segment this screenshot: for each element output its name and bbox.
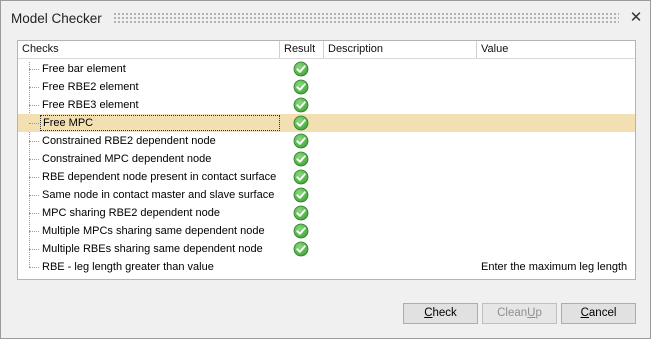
cancel-button[interactable]: Cancel [561,303,636,324]
model-checker-dialog: Model Checker ✕ Checks Result Descriptio… [0,0,651,339]
tree-branch-line [29,105,39,106]
cleanup-button-post: p [535,307,542,319]
column-header-description[interactable]: Description [324,41,477,58]
green-check-circle-icon [293,79,309,95]
column-header-checks[interactable]: Checks [18,41,280,58]
green-check-circle-icon [293,151,309,167]
tree-branch-line [29,141,39,142]
check-row[interactable]: Free RBE3 element [18,96,635,114]
check-row[interactable]: Constrained MPC dependent node [18,150,635,168]
check-button-mnemonic: C [424,307,433,319]
check-row[interactable]: Free MPC [18,114,635,132]
column-header-value[interactable]: Value [477,41,635,58]
green-check-circle-icon [293,115,309,131]
tree-branch-line [29,159,39,160]
check-row[interactable]: Same node in contact master and slave su… [18,186,635,204]
cleanup-button-pre: Clean [497,307,528,319]
check-value[interactable]: Enter the maximum leg length [481,260,627,274]
check-row[interactable]: RBE dependent node present in contact su… [18,168,635,186]
cancel-button-mnemonic: C [580,307,589,319]
check-row[interactable]: Multiple MPCs sharing same dependent nod… [18,222,635,240]
check-button-post: heck [432,307,457,319]
tree-branch-line [29,213,39,214]
tree-branch-line [29,69,39,70]
green-check-circle-icon [293,241,309,257]
check-label: Constrained RBE2 dependent node [42,135,216,147]
cancel-button-post: ancel [588,307,617,319]
green-check-circle-icon [293,169,309,185]
check-label: Multiple RBEs sharing same dependent nod… [42,243,263,255]
check-label: Constrained MPC dependent node [42,153,212,165]
tree-branch-line [29,195,39,196]
green-check-circle-icon [293,97,309,113]
tree-branch-line [29,123,39,124]
green-check-circle-icon [293,187,309,203]
check-row[interactable]: Constrained RBE2 dependent node [18,132,635,150]
tree-header: Checks Result Description Value [18,41,635,59]
cleanup-button[interactable]: CleanUp [482,303,557,324]
close-icon[interactable]: ✕ [628,10,644,26]
column-header-result[interactable]: Result [280,41,324,58]
check-label: MPC sharing RBE2 dependent node [42,207,220,219]
title-bar[interactable]: Model Checker ✕ [1,1,650,35]
check-label: Free MPC [40,115,280,131]
check-label: Same node in contact master and slave su… [42,189,275,201]
green-check-circle-icon [293,223,309,239]
check-row[interactable]: Multiple RBEs sharing same dependent nod… [18,240,635,258]
check-row[interactable]: Free RBE2 element [18,78,635,96]
check-row[interactable]: RBE - leg length greater than value Enter… [18,258,635,276]
check-label: Free RBE3 element [42,99,139,111]
green-check-circle-icon [293,133,309,149]
tree-branch-line [29,87,39,88]
green-check-circle-icon [293,61,309,77]
green-check-circle-icon [293,205,309,221]
tree-branch-line [29,267,39,268]
drag-grip[interactable] [113,12,619,23]
check-row[interactable]: MPC sharing RBE2 dependent node [18,204,635,222]
tree-branch-line [29,231,39,232]
check-button[interactable]: Check [403,303,478,324]
checks-tree[interactable]: Checks Result Description Value Free bar… [17,40,636,280]
check-label: Free bar element [42,63,126,75]
tree-branch-line [29,177,39,178]
check-label: Free RBE2 element [42,81,139,93]
check-row[interactable]: Free bar element [18,60,635,78]
check-label: Multiple MPCs sharing same dependent nod… [42,225,265,237]
check-label: RBE - leg length greater than value [42,261,214,273]
check-label: RBE dependent node present in contact su… [42,171,277,183]
dialog-title: Model Checker [11,11,102,26]
tree-branch-line [29,249,39,250]
